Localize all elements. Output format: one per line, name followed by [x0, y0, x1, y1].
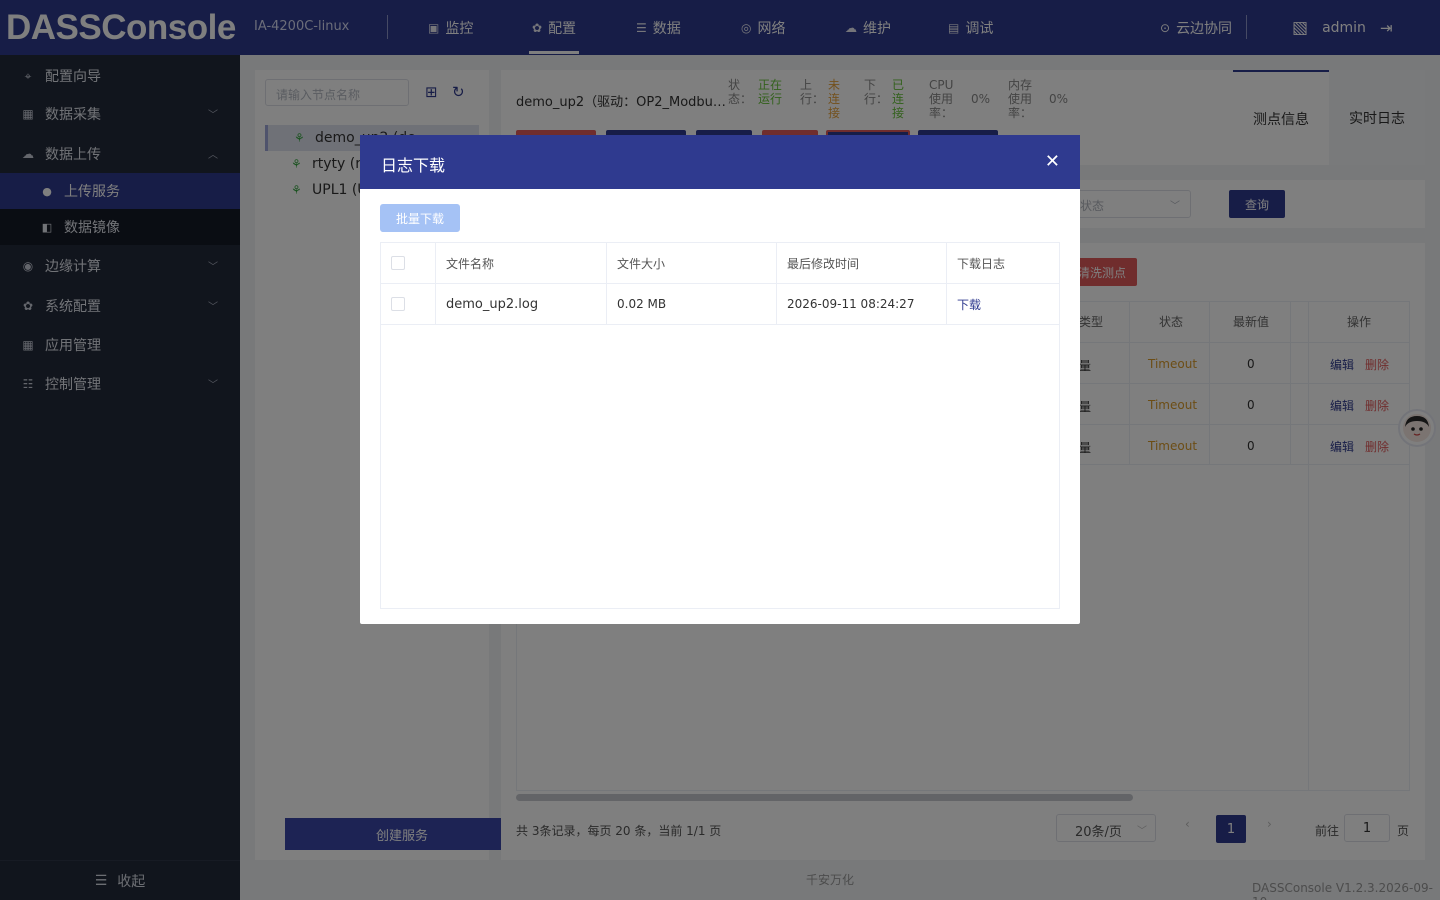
log-download-dialog: 日志下载 ✕ 批量下载 文件名称 文件大小 最后修改时间 下载日志 demo_u…	[360, 135, 1080, 624]
file-name-cell: demo_up2.log	[436, 284, 607, 324]
table-header-row: 文件名称 文件大小 最后修改时间 下载日志	[381, 243, 1059, 284]
col-modified-time: 最后修改时间	[777, 243, 947, 283]
file-mtime-cell: 2026-09-11 08:24:27	[777, 284, 947, 324]
close-icon[interactable]: ✕	[1045, 153, 1060, 171]
col-download: 下载日志	[957, 256, 1006, 271]
download-cell: 下载	[947, 284, 1059, 324]
select-all-checkbox[interactable]	[391, 256, 405, 270]
row-checkbox[interactable]	[391, 297, 405, 311]
dialog-header: 日志下载 ✕	[360, 135, 1080, 189]
table-row: demo_up2.log 0.02 MB 2026-09-11 08:24:27…	[381, 284, 1059, 325]
download-link[interactable]: 下载	[957, 296, 981, 313]
col-file-size: 文件大小	[607, 243, 777, 283]
row-checkbox-cell	[381, 284, 436, 324]
header-checkbox-cell	[381, 243, 436, 283]
batch-download-button[interactable]: 批量下载	[380, 204, 460, 232]
col-file-name: 文件名称	[436, 243, 607, 283]
dialog-title: 日志下载	[381, 156, 446, 175]
log-files-table: 文件名称 文件大小 最后修改时间 下载日志 demo_up2.log 0.02 …	[380, 242, 1060, 609]
file-size-cell: 0.02 MB	[607, 284, 777, 324]
